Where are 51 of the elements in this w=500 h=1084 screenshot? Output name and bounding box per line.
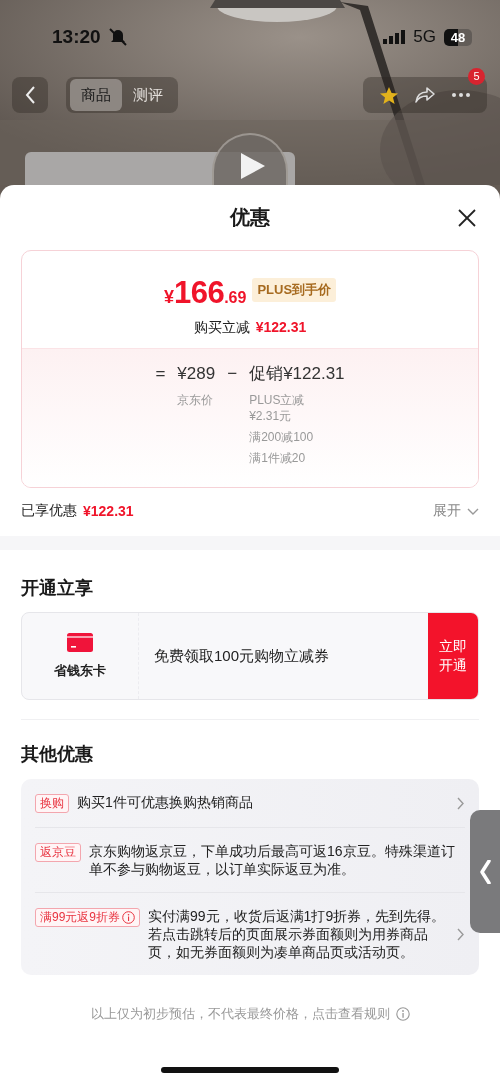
tab[interactable]: 商品 — [70, 79, 122, 111]
tab[interactable]: 测评 — [122, 79, 174, 111]
play-icon — [241, 153, 265, 179]
price-tag: PLUS到手价 — [252, 278, 337, 302]
offer-text: 免费领取100元购物立减券 — [153, 645, 331, 666]
expand-button[interactable]: 展开 — [433, 502, 479, 520]
close-button[interactable] — [456, 207, 478, 229]
section-heading: 其他优惠 — [20, 743, 94, 766]
card-icon — [67, 632, 93, 652]
signal-icon — [383, 30, 406, 44]
offer-tag: 换购 — [35, 794, 69, 813]
promo-amount: 促销¥122.31 — [249, 363, 345, 385]
offer-tag: 满99元返9折券 — [35, 908, 141, 927]
offer-row[interactable]: 换购 购买1件可优惠换购热销商品 — [35, 779, 465, 827]
bell-muted-icon — [106, 27, 129, 47]
disclaimer-text: 以上仅为初步预估，不代表最终价格，点击查看规则 — [90, 1005, 390, 1023]
card-name: 省钱东卡 — [54, 661, 106, 680]
promo-detail: PLUS立减¥2.31元 — [249, 392, 306, 424]
back-button[interactable] — [12, 77, 48, 113]
discount-amount: ¥122.31 — [83, 503, 134, 519]
sheet-title: 优惠 — [230, 205, 270, 230]
promo-detail: 满200减100 — [249, 429, 315, 445]
info-icon[interactable] — [395, 1007, 410, 1021]
saving-amount: ¥122.31 — [255, 319, 307, 335]
section-heading: 开通立享 — [20, 577, 94, 600]
equals-sign: = — [155, 363, 166, 385]
status-time: 13:20 — [52, 26, 101, 48]
saving-label: 购买立减 — [193, 319, 250, 337]
star-icon — [379, 85, 399, 105]
price-decimal: .69 — [224, 289, 247, 307]
offer-row[interactable]: 满99元返9折券 实付满99元，收货后返满1打9折券，先到先得。若点击跳转后的页面展示券面额则为用券商品页，如无券面额则为凑单商品页或活动页。 — [35, 892, 465, 975]
activate-button[interactable]: 立即开通 — [428, 613, 478, 699]
offer-tag: 返京豆 — [35, 843, 81, 862]
info-icon[interactable] — [122, 911, 136, 924]
more-icon — [451, 92, 471, 98]
price-integer: 166 — [173, 275, 225, 311]
back-icon — [23, 85, 37, 105]
currency-symbol: ¥ — [163, 287, 174, 308]
discount-label: 已享优惠 — [21, 502, 77, 520]
share-icon — [414, 86, 436, 104]
network-label: 5G — [413, 27, 436, 47]
offer-text: 京东购物返京豆，下单成功后最高可返16京豆。特殊渠道订单不参与购物返豆，以订单实际返豆为准。 — [89, 842, 455, 878]
promo-detail: 满1件减20 — [249, 450, 307, 466]
base-price: ¥289 — [177, 363, 216, 385]
minus-sign: − — [227, 363, 238, 385]
chevron-left-icon[interactable] — [479, 859, 491, 884]
offer-text: 购买1件可优惠换购热销商品 — [77, 793, 254, 811]
close-icon — [458, 209, 476, 227]
offer-row[interactable]: 返京豆 京东购物返京豆，下单成功后最高可返16京豆。特殊渠道订单不参与购物返豆，以订单实际返豆为准。 — [35, 827, 465, 892]
base-price-label: 京东价 — [177, 392, 215, 408]
offer-text: 实付满99元，收货后返满1打9折券，先到先得。若点击跳转后的页面展示券面额则为用券商品页，如无券面额则为凑单商品页或活动页。 — [148, 907, 447, 961]
